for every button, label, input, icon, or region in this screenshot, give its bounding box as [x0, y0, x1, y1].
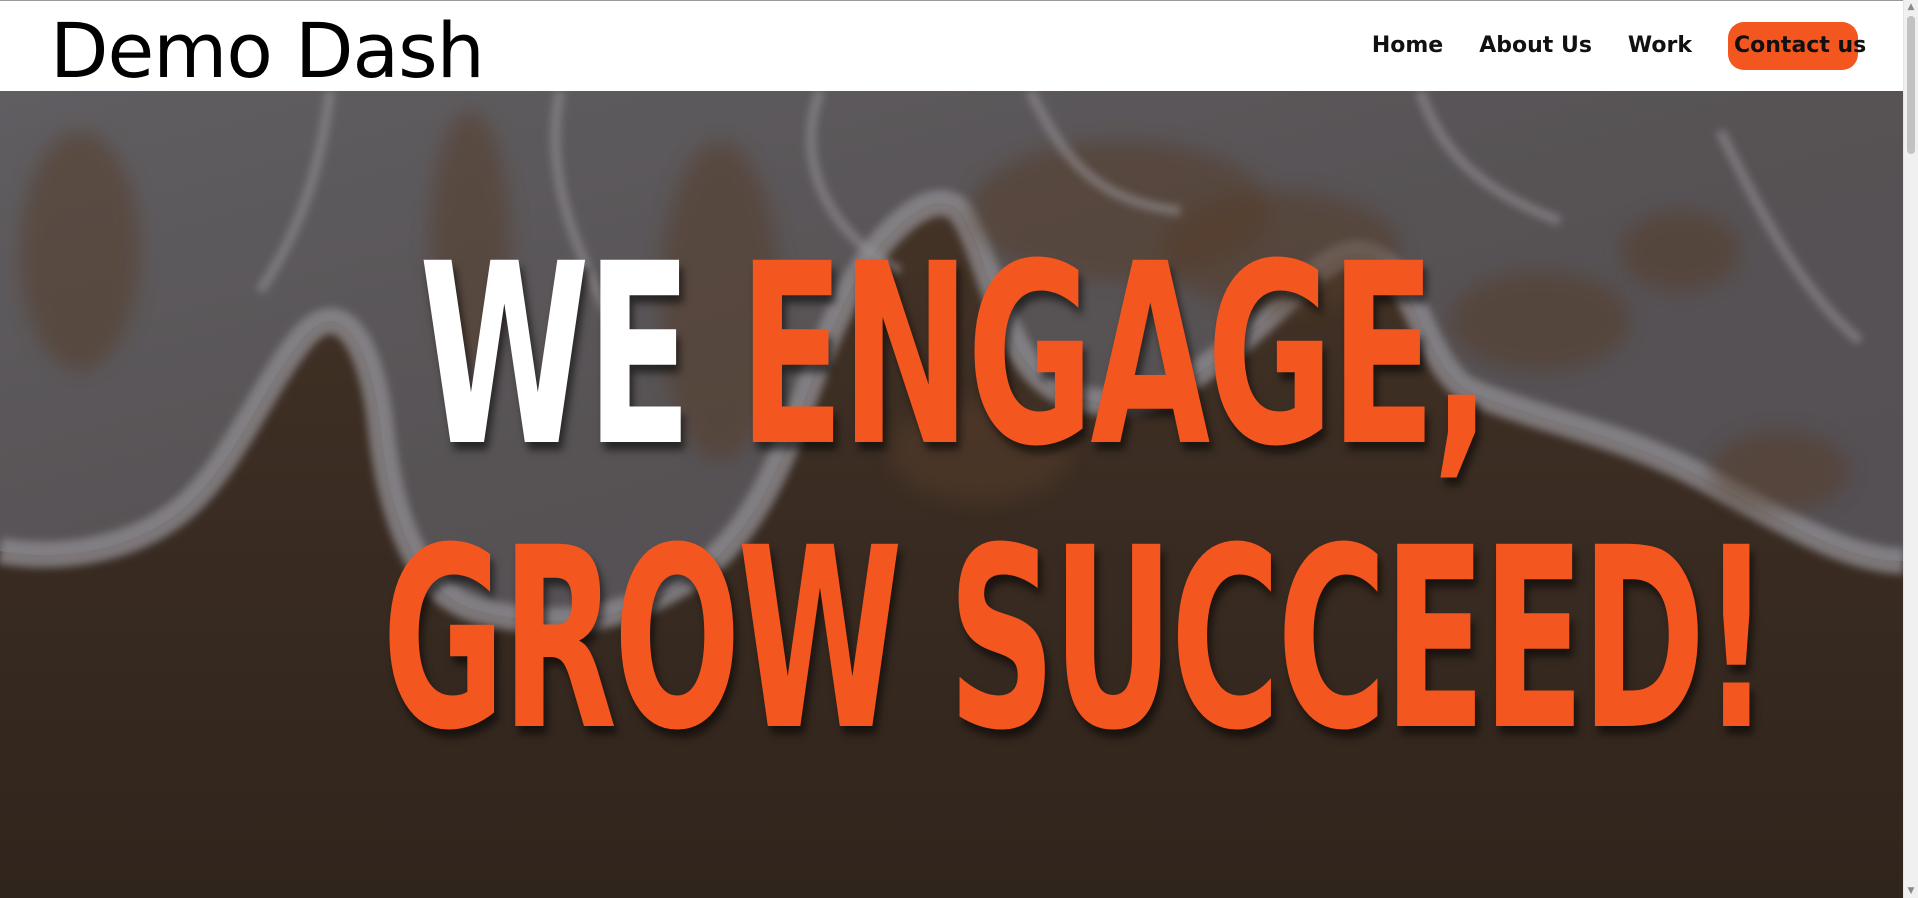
hero-word-we: WE	[418, 210, 692, 501]
vertical-scrollbar[interactable]: ▲ ▼	[1903, 0, 1918, 898]
nav-about-link[interactable]: About Us	[1479, 22, 1592, 70]
triangle-down-icon[interactable]: ▼	[1904, 884, 1918, 898]
main-nav: Home About Us Work Contact us	[1372, 22, 1866, 70]
triangle-up-icon[interactable]: ▲	[1904, 0, 1918, 14]
brand-logo[interactable]: Demo Dash	[50, 6, 485, 96]
site-header: Demo Dash Home About Us Work Contact us	[0, 1, 1904, 95]
page: Demo Dash Home About Us Work Contact us	[0, 0, 1918, 898]
hero-headline-line2: GROW SUCCEED!	[382, 494, 1770, 785]
hero-word-engage: ENGAGE,	[738, 210, 1491, 501]
hero-section: WE ENGAGE, GROW SUCCEED!	[0, 91, 1904, 898]
hero-headline-line1: WE ENGAGE,	[363, 231, 1543, 481]
contact-us-button[interactable]: Contact us	[1728, 22, 1866, 70]
nav-work-link[interactable]: Work	[1628, 22, 1692, 70]
scrollbar-thumb[interactable]	[1907, 16, 1915, 154]
nav-home-link[interactable]: Home	[1372, 22, 1443, 70]
